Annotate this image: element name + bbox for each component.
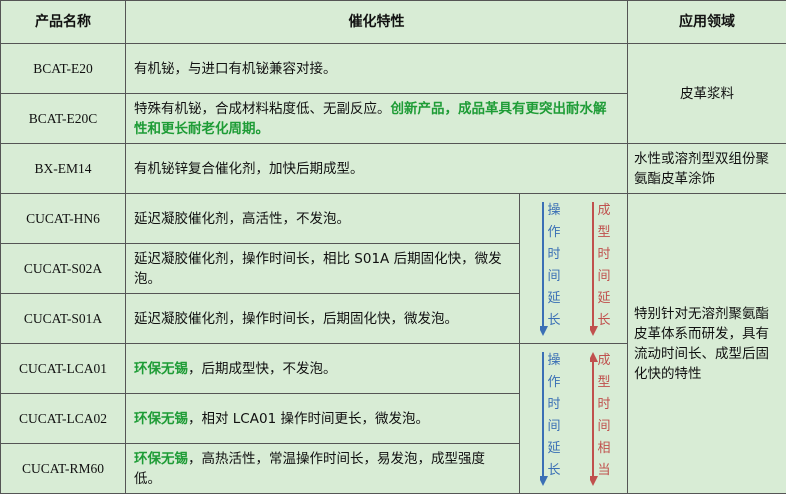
description-text: ，相对 LCA01 操作时间更长，微发泡。 <box>188 411 429 427</box>
header-product-name: 产品名称 <box>1 1 126 44</box>
table-row: BCAT-E20 有机铋，与进口有机铋兼容对接。 皮革浆料 <box>1 44 786 94</box>
product-description: 延迟凝胶催化剂，操作时间长，相比 S01A 后期固化快，微发泡。 <box>126 244 520 294</box>
product-name: CUCAT-S02A <box>1 244 126 294</box>
product-description: 环保无锡，相对 LCA01 操作时间更长，微发泡。 <box>126 394 520 444</box>
product-name: CUCAT-LCA02 <box>1 394 126 444</box>
description-text: ，后期成型快，不发泡。 <box>188 361 337 377</box>
arrow-group-1: 操作时间延长 成型时间延长 <box>520 194 628 344</box>
header-features: 催化特性 <box>126 1 628 44</box>
operation-time-arrow: 操作时间延长 <box>540 200 564 337</box>
curing-time-arrow: 成型时间相当 <box>590 350 614 487</box>
product-description: 环保无锡，后期成型快，不发泡。 <box>126 344 520 394</box>
curing-time-arrow: 成型时间延长 <box>590 200 614 337</box>
product-description: 延迟凝胶催化剂，高活性，不发泡。 <box>126 194 520 244</box>
application-coating: 水性或溶剂型双组份聚氨酯皮革涂饰 <box>628 144 786 194</box>
product-name: CUCAT-RM60 <box>1 444 126 494</box>
operation-time-arrow: 操作时间延长 <box>540 350 564 487</box>
table-row: BX-EM14 有机铋锌复合催化剂，加快后期成型。 水性或溶剂型双组份聚氨酯皮革… <box>1 144 786 194</box>
application-solventless: 特别针对无溶剂聚氨酯皮革体系而研发，具有流动时间长、成型后固化快的特性 <box>628 194 786 494</box>
highlight-text: 环保无锡 <box>134 411 188 427</box>
highlight-text: 环保无锡 <box>134 361 188 377</box>
highlight-text: 环保无锡 <box>134 451 188 467</box>
product-description: 有机铋锌复合催化剂，加快后期成型。 <box>126 144 628 194</box>
arrow-wrap: 操作时间延长 成型时间延长 <box>528 194 619 343</box>
arrow-group-2: 操作时间延长 成型时间相当 <box>520 344 628 494</box>
arrow-wrap: 操作时间延长 成型时间相当 <box>528 344 619 493</box>
arrow-label: 成型时间相当 <box>594 350 614 482</box>
arrow-label: 操作时间延长 <box>544 200 564 332</box>
header-row: 产品名称 催化特性 应用领域 <box>1 1 786 44</box>
product-spec-table: 产品名称 催化特性 应用领域 BCAT-E20 有机铋，与进口有机铋兼容对接。 … <box>0 0 786 494</box>
product-name: BCAT-E20C <box>1 94 126 144</box>
product-description: 有机铋，与进口有机铋兼容对接。 <box>126 44 628 94</box>
product-description: 特殊有机铋，合成材料粘度低、无副反应。创新产品，成品革具有更突出耐水解性和更长耐… <box>126 94 628 144</box>
product-name: BCAT-E20 <box>1 44 126 94</box>
product-name: BX-EM14 <box>1 144 126 194</box>
product-name: CUCAT-S01A <box>1 294 126 344</box>
arrow-label: 成型时间延长 <box>594 200 614 332</box>
product-description: 环保无锡，高热活性，常温操作时间长，易发泡，成型强度低。 <box>126 444 520 494</box>
description-text: 特殊有机铋，合成材料粘度低、无副反应。 <box>134 101 391 117</box>
product-description: 延迟凝胶催化剂，操作时间长，后期固化快，微发泡。 <box>126 294 520 344</box>
product-name: CUCAT-LCA01 <box>1 344 126 394</box>
arrow-label: 操作时间延长 <box>544 350 564 482</box>
application-leather-slurry: 皮革浆料 <box>628 44 786 144</box>
table-row: CUCAT-HN6 延迟凝胶催化剂，高活性，不发泡。 操作时间延长 <box>1 194 786 244</box>
header-application: 应用领域 <box>628 1 786 44</box>
product-name: CUCAT-HN6 <box>1 194 126 244</box>
